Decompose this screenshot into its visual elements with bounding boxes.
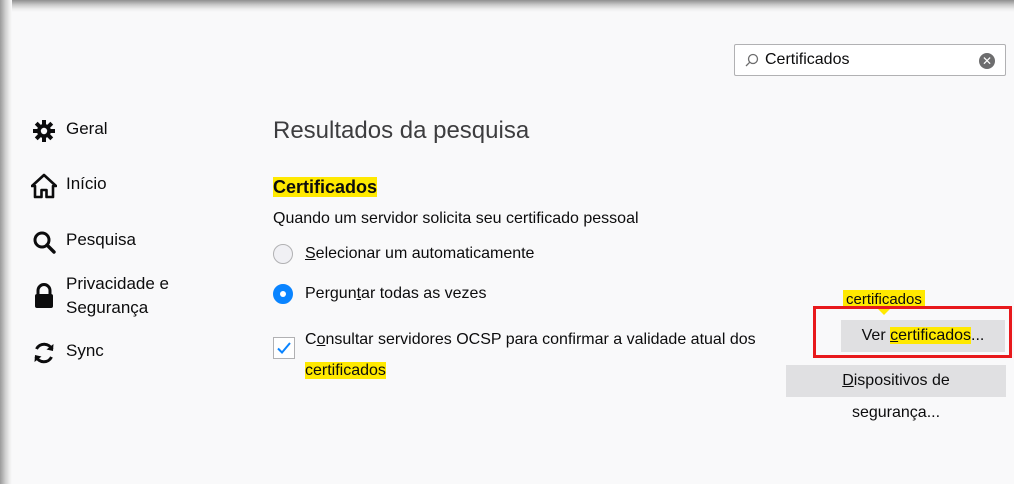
sidebar-item-label: Geral	[66, 119, 108, 138]
search-box[interactable]: ✕	[734, 44, 1006, 76]
radio-button[interactable]	[273, 244, 293, 264]
sidebar-item-sync[interactable]: Sync	[30, 339, 230, 367]
checkmark-icon	[277, 342, 291, 354]
search-icon	[745, 53, 759, 67]
window-left-edge	[0, 0, 12, 484]
page-title: Resultados da pesquisa	[273, 117, 530, 144]
sidebar-item-label: Início	[66, 174, 107, 193]
sidebar-item-general[interactable]: Geral	[30, 117, 230, 145]
window-top-edge	[0, 0, 1014, 12]
sidebar-item-search[interactable]: Pesquisa	[30, 228, 230, 256]
radio-label: Selecionar um automaticamente	[305, 245, 535, 262]
sidebar-item-label: Sync	[66, 341, 104, 360]
sidebar-item-home[interactable]: Início	[30, 172, 230, 200]
radio-button-selected[interactable]	[273, 284, 293, 304]
security-devices-button[interactable]: Dispositivos de segurança...	[786, 365, 1006, 421]
search-input[interactable]	[765, 50, 965, 70]
gear-icon	[30, 117, 58, 145]
radio-ask-every-time[interactable]: Perguntar todas as vezes	[273, 284, 486, 304]
section-title: Certificados	[273, 175, 378, 199]
sidebar-item-label: Privacidade e Segurança	[66, 274, 170, 317]
lock-icon	[30, 282, 58, 310]
section-description: Quando um servidor solicita seu certific…	[273, 210, 639, 227]
ocsp-label: Consultar servidores OCSP para confirmar…	[305, 331, 756, 379]
clear-search-icon[interactable]: ✕	[979, 53, 995, 69]
radio-label: Perguntar todas as vezes	[305, 285, 487, 302]
search-icon	[30, 228, 58, 256]
sidebar-item-label: Pesquisa	[66, 230, 136, 249]
home-icon	[30, 172, 58, 200]
radio-select-automatically[interactable]: Selecionar um automaticamente	[273, 244, 534, 264]
ocsp-checkbox[interactable]	[273, 337, 295, 359]
sidebar-item-privacy-security[interactable]: Privacidade e Segurança	[30, 272, 230, 320]
search-highlight: Certificados	[273, 177, 378, 197]
annotation-highlight-box	[813, 306, 1012, 358]
sync-icon	[30, 339, 58, 367]
search-highlight: certificados	[305, 362, 386, 379]
